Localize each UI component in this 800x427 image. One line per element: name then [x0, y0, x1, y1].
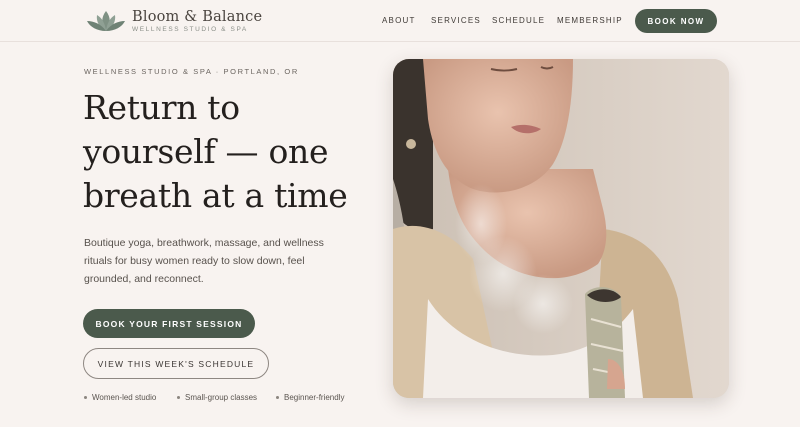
site-header: Bloom & Balance WELLNESS STUDIO & SPA AB…: [0, 0, 800, 42]
headline-line: Return to: [83, 88, 240, 127]
nav-services[interactable]: SERVICES: [431, 16, 481, 25]
brand-logo[interactable]: Bloom & Balance WELLNESS STUDIO & SPA: [84, 6, 262, 36]
hero-headline: Return to yourself — one breath at a tim…: [83, 86, 383, 218]
badge-label: Women-led studio: [92, 393, 157, 402]
nav-membership[interactable]: MEMBERSHIP: [557, 16, 623, 25]
nav-schedule[interactable]: SCHEDULE: [492, 16, 545, 25]
badge-item: Small-group classes: [177, 393, 257, 402]
woman-sage-smudge-photo: [393, 59, 729, 398]
badge-item: Women-led studio: [84, 393, 156, 402]
bullet-icon: [177, 396, 180, 399]
hero-description: Boutique yoga, breathwork, massage, and …: [84, 237, 324, 285]
lotus-icon: [87, 11, 125, 31]
headline-line: yourself — one: [83, 132, 329, 171]
brand-name: Bloom & Balance: [132, 8, 263, 25]
book-now-button[interactable]: BOOK NOW: [635, 9, 717, 33]
badge-label: Beginner-friendly: [284, 393, 345, 402]
headline-line: breath at a time: [83, 176, 348, 215]
badge-item: Beginner-friendly: [276, 393, 344, 402]
bullet-icon: [84, 396, 87, 399]
badge-label: Small-group classes: [185, 393, 258, 402]
bullet-icon: [276, 396, 279, 399]
hero-eyebrow: WELLNESS STUDIO & SPA · PORTLAND, OR: [84, 67, 299, 76]
nav-about[interactable]: ABOUT: [382, 16, 416, 25]
hero-image: [393, 59, 729, 398]
book-first-session-button[interactable]: BOOK YOUR FIRST SESSION: [83, 309, 255, 338]
brand-tagline: WELLNESS STUDIO & SPA: [132, 25, 248, 33]
view-schedule-button[interactable]: VIEW THIS WEEK'S SCHEDULE: [83, 348, 269, 379]
